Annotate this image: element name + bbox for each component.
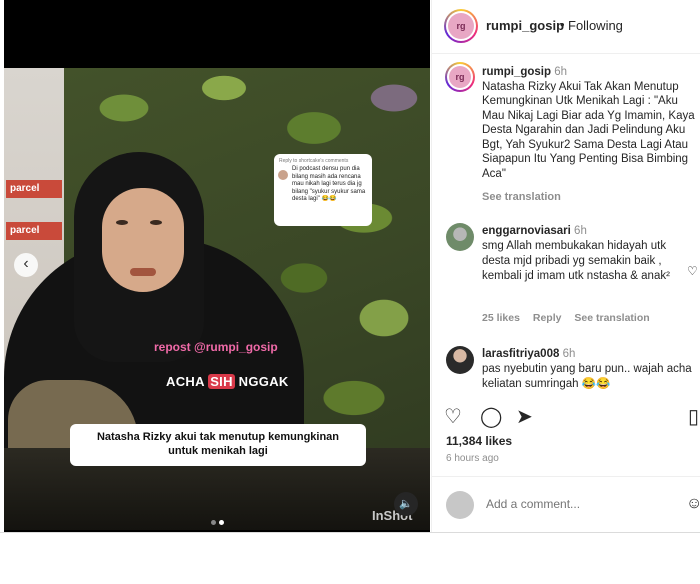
post-modal: parcel parcel Reply to shortcake's comme… <box>0 0 700 584</box>
comment-text: smg Allah membukakan hidayah utk desta m… <box>482 240 670 282</box>
video-caption-box: Natasha Rizky akui tak menutup kemungkin… <box>70 424 366 466</box>
repost-overlay: repost @rumpi_gosip <box>154 340 278 354</box>
post-timestamp: 6 hours ago <box>446 453 499 464</box>
reply-sticker: Reply to shortcake's comments Di podcast… <box>274 154 372 226</box>
slide-indicator <box>211 512 227 530</box>
comment-like-icon[interactable]: ♡ <box>687 264 698 278</box>
caption-text: Natasha Rizky Akui Tak Akan Menutup Kemu… <box>482 80 695 180</box>
like-icon[interactable]: ♡ <box>444 404 462 429</box>
comment-text: pas nyebutin yang baru pun.. wajah acha … <box>482 363 692 390</box>
caption-avatar-image: rg <box>449 66 471 88</box>
person-eye <box>150 220 162 225</box>
person-mouth <box>130 268 156 276</box>
reply-sticker-text: Di podcast densu pun dia bilang masih ad… <box>292 166 366 203</box>
author-avatar-image: rg <box>448 13 474 39</box>
comment-actions: 25 likes Reply See translation <box>482 312 660 324</box>
subtitle-highlight: SIH <box>208 374 235 389</box>
person-eye <box>116 220 128 225</box>
reply-sticker-avatar <box>278 170 288 180</box>
comments-section: rg rumpi_gosip 6h Natasha Rizky Akui Tak… <box>432 58 700 396</box>
comment-username[interactable]: larasfitriya008 <box>482 348 559 360</box>
sound-toggle-icon[interactable]: 🔈 <box>394 492 418 516</box>
caption-see-translation[interactable]: See translation <box>482 191 561 203</box>
post-media[interactable]: parcel parcel Reply to shortcake's comme… <box>4 0 430 532</box>
video-caption-line: Natasha Rizky akui tak menutup kemungkin… <box>96 431 340 443</box>
subtitle-post: NGGAK <box>234 374 289 389</box>
post-sidebar: rg rumpi_gosip • Following rg rumpi_gosi… <box>431 0 700 532</box>
post-header: rg rumpi_gosip • Following <box>432 0 700 54</box>
parcel-sign: parcel <box>6 180 62 198</box>
author-avatar[interactable]: rg <box>444 9 478 43</box>
page-bottom-area <box>0 532 700 584</box>
comment-see-translation[interactable]: See translation <box>574 312 649 324</box>
comment-likes[interactable]: 25 likes <box>482 312 520 324</box>
following-button[interactable]: Following <box>568 18 623 33</box>
comment-icon[interactable]: ◯ <box>480 404 502 429</box>
share-icon[interactable]: ➤ <box>516 404 533 429</box>
comment: enggarnoviasari 6h smg Allah membukakan … <box>482 224 682 284</box>
add-comment-bar: ☺ <box>432 476 700 532</box>
person-face <box>102 188 184 292</box>
current-user-avatar <box>446 491 474 519</box>
commenter-avatar[interactable] <box>446 223 474 251</box>
parcel-sign: parcel <box>6 222 62 240</box>
emoji-icon[interactable]: ☺ <box>686 495 700 513</box>
comment-time: 6h <box>574 225 587 237</box>
comment: larasfitriya008 6h pas nyebutin yang bar… <box>482 347 692 392</box>
save-icon[interactable]: ▯ <box>688 404 699 429</box>
post-actions: ♡ ◯ ➤ ▯ <box>432 400 700 430</box>
comment-username[interactable]: enggarnoviasari <box>482 225 571 237</box>
reply-sticker-head: Reply to shortcake's comments <box>279 158 349 164</box>
add-comment-input[interactable] <box>486 497 666 511</box>
header-separator: • <box>560 17 565 32</box>
caption-username[interactable]: rumpi_gosip <box>482 66 551 78</box>
video-frame: parcel parcel Reply to shortcake's comme… <box>4 68 430 530</box>
commenter-avatar[interactable] <box>446 346 474 374</box>
author-username[interactable]: rumpi_gosip <box>486 18 564 33</box>
video-caption-line: untuk menikah lagi <box>168 445 268 458</box>
caption-author-avatar[interactable]: rg <box>445 62 475 92</box>
slide-dot <box>211 520 216 525</box>
like-count[interactable]: 11,384 likes <box>446 434 512 448</box>
previous-slide-button[interactable]: ‹ <box>14 253 38 277</box>
caption-time: 6h <box>554 66 568 78</box>
post-caption: rumpi_gosip 6h Natasha Rizky Akui Tak Ak… <box>482 65 696 181</box>
slide-dot-active <box>219 520 224 525</box>
subtitle-pre: ACHA <box>166 374 209 389</box>
subtitle-overlay: ACHA SIH NGGAK <box>166 374 289 389</box>
comment-time: 6h <box>562 348 576 360</box>
comment-reply-button[interactable]: Reply <box>533 312 562 324</box>
